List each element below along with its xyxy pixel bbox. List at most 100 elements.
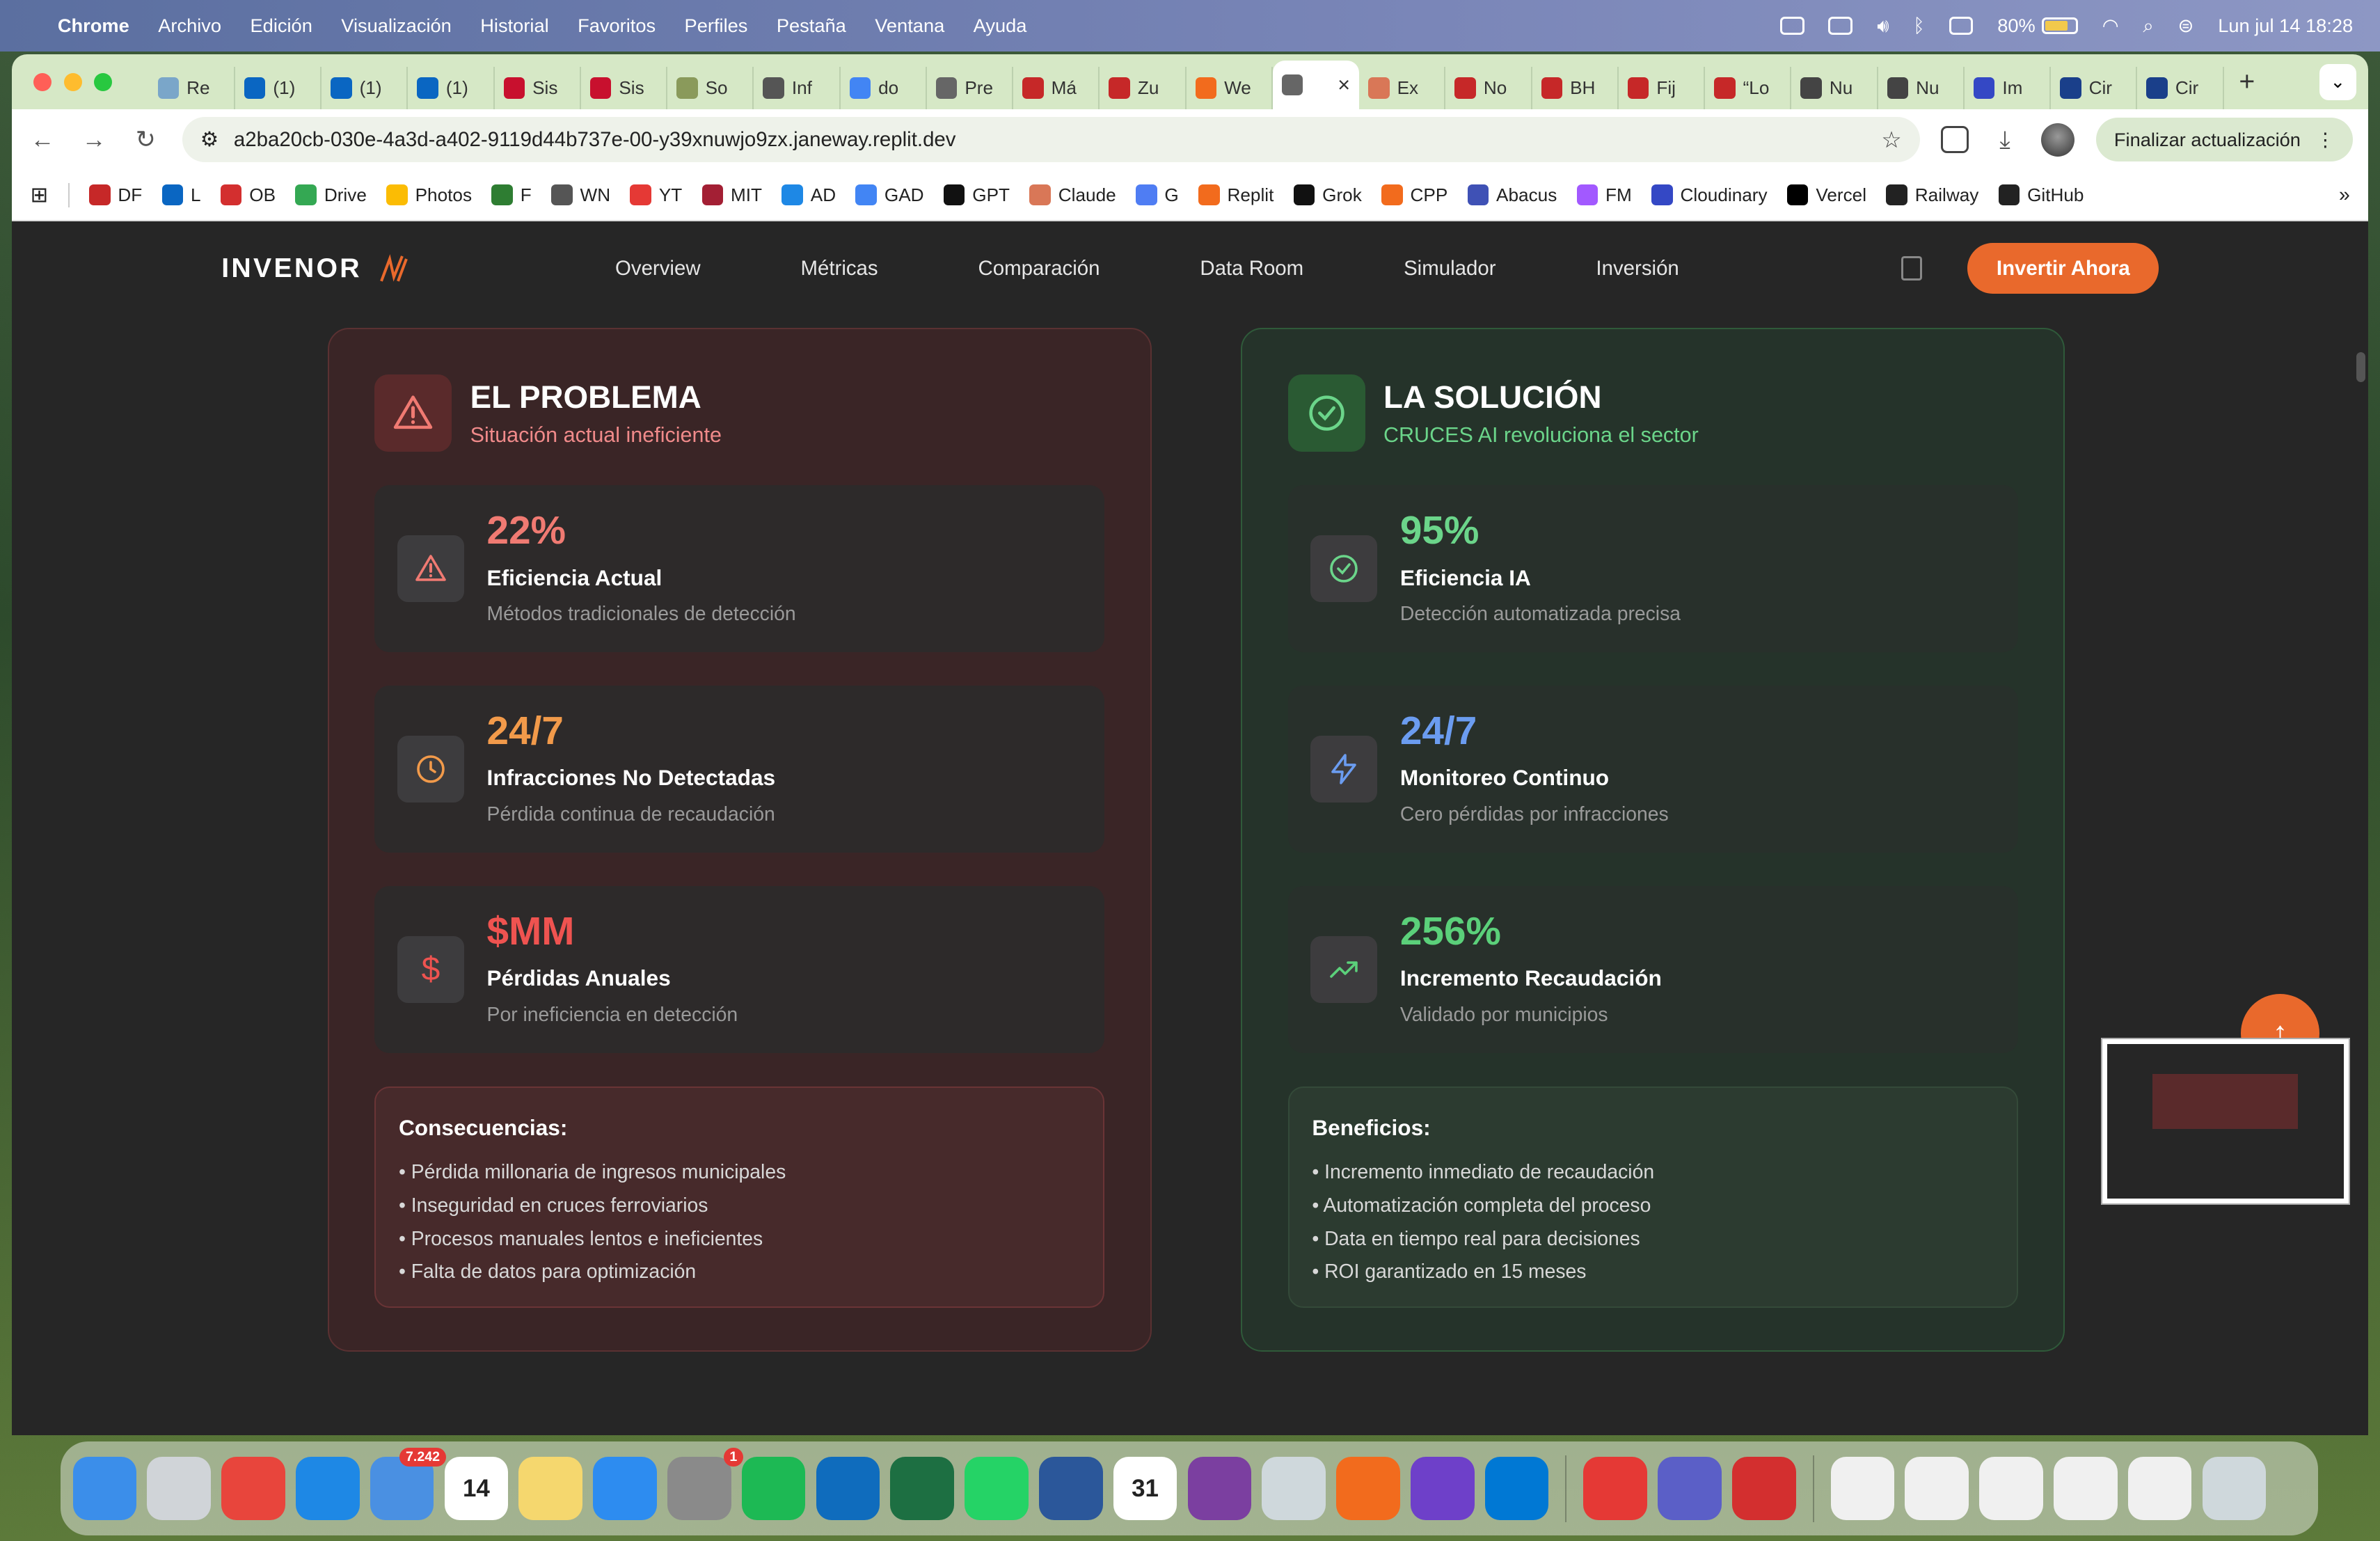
menu-ventana[interactable]: Ventana: [875, 15, 944, 37]
dock-file-5-icon[interactable]: [2127, 1456, 2192, 1521]
browser-tab[interactable]: Zu: [1100, 66, 1187, 109]
minimize-window-button[interactable]: [63, 72, 82, 91]
browser-tab[interactable]: No: [1445, 66, 1532, 109]
bookmark-item[interactable]: WN: [551, 184, 610, 206]
dock-calendar-31-icon[interactable]: 31: [1113, 1456, 1177, 1521]
apps-grid-icon[interactable]: ⊞: [31, 183, 49, 207]
menu-ayuda[interactable]: Ayuda: [974, 15, 1027, 37]
display-icon[interactable]: [1949, 16, 1974, 35]
dock-trash-icon[interactable]: [2202, 1456, 2267, 1521]
bookmark-item[interactable]: G: [1136, 184, 1179, 206]
browser-tab[interactable]: Sis: [581, 66, 668, 109]
dock-safari-icon[interactable]: [296, 1456, 360, 1521]
bookmark-item[interactable]: GPT: [943, 184, 1010, 206]
dock-excel-icon[interactable]: [890, 1456, 954, 1521]
dock-keynote-icon[interactable]: [593, 1456, 657, 1521]
bookmark-item[interactable]: Abacus: [1467, 184, 1557, 206]
dock-replit-icon[interactable]: [1336, 1456, 1400, 1521]
bookmark-item[interactable]: Replit: [1198, 184, 1274, 206]
menu-edicion[interactable]: Edición: [250, 15, 312, 37]
bookmark-item[interactable]: Photos: [386, 184, 472, 206]
browser-tab[interactable]: (1): [322, 66, 408, 109]
dock-system-settings-icon[interactable]: 1: [667, 1447, 743, 1521]
dock-circle-app-icon[interactable]: [1187, 1456, 1252, 1521]
dock-file-3-icon[interactable]: [1979, 1456, 2043, 1521]
menu-perfiles[interactable]: Perfiles: [685, 15, 748, 37]
nav-overview[interactable]: Overview: [615, 257, 701, 280]
bookmark-item[interactable]: CPP: [1381, 184, 1447, 206]
site-logo[interactable]: INVENOR: [221, 252, 410, 285]
browser-tab[interactable]: Nu: [1878, 66, 1965, 109]
bookmark-item[interactable]: MIT: [701, 184, 762, 206]
bookmark-item[interactable]: YT: [630, 184, 682, 206]
site-info-icon[interactable]: ⚙︎: [200, 127, 219, 152]
dock-finder-icon[interactable]: [72, 1456, 137, 1521]
bookmark-item[interactable]: GAD: [855, 184, 924, 206]
dock-chrome-icon[interactable]: [221, 1456, 285, 1521]
dock-file-4-icon[interactable]: [2054, 1456, 2118, 1521]
browser-tab[interactable]: Re: [149, 66, 235, 109]
menu-app-name[interactable]: Chrome: [58, 15, 129, 37]
browser-tab[interactable]: Cir: [2137, 66, 2224, 109]
bookmark-item[interactable]: L: [161, 184, 201, 206]
calculator-icon[interactable]: [1901, 256, 1923, 281]
bookmark-item[interactable]: Drive: [295, 184, 367, 206]
dock-whatsapp-icon[interactable]: [965, 1456, 1029, 1521]
new-tab-button[interactable]: +: [2239, 66, 2255, 97]
nav-data-room[interactable]: Data Room: [1200, 257, 1303, 280]
bookmark-item[interactable]: GitHub: [1998, 184, 2084, 206]
bookmark-item[interactable]: Railway: [1886, 184, 1978, 206]
invest-now-button[interactable]: Invertir Ahora: [1967, 243, 2159, 294]
extensions-icon[interactable]: [1941, 125, 1969, 154]
dock-mail-icon[interactable]: 7.242: [370, 1447, 446, 1521]
wifi-icon[interactable]: ◠: [2102, 15, 2119, 37]
dock-word-icon[interactable]: [1038, 1456, 1103, 1521]
browser-tab[interactable]: Sis: [495, 66, 581, 109]
nav-comparacion[interactable]: Comparación: [978, 257, 1100, 280]
dock-teams-icon[interactable]: [1658, 1456, 1722, 1521]
browser-tab[interactable]: “Lo: [1705, 66, 1792, 109]
dock-photo-booth-icon[interactable]: [1732, 1456, 1796, 1521]
menu-historial[interactable]: Historial: [480, 15, 548, 37]
dock-vscode-icon[interactable]: [1484, 1456, 1549, 1521]
address-bar[interactable]: ⚙︎ a2ba20cb-030e-4a3d-a402-9119d44b737e-…: [182, 116, 1920, 163]
bookmark-item[interactable]: F: [491, 184, 532, 206]
bluetooth-icon[interactable]: ᛒ: [1913, 15, 1924, 37]
tab-search-chevron-icon[interactable]: ⌄: [2319, 63, 2356, 100]
dock-file-1-icon[interactable]: [1830, 1456, 1895, 1521]
browser-tab[interactable]: BH: [1532, 66, 1619, 109]
update-chrome-button[interactable]: Finalizar actualización ⋮: [2095, 118, 2354, 161]
bookmark-item[interactable]: Grok: [1293, 184, 1362, 206]
browser-tab[interactable]: So: [667, 66, 754, 109]
more-bookmarks-chevron-icon[interactable]: »: [2339, 184, 2350, 207]
browser-tab[interactable]: Im: [1965, 66, 2052, 109]
drive-status-icon[interactable]: [1828, 16, 1853, 35]
outlook-status-icon[interactable]: [1779, 16, 1804, 35]
browser-tab[interactable]: Má: [1013, 66, 1100, 109]
dock-outlook-icon[interactable]: [816, 1456, 880, 1521]
dock-launchpad-icon[interactable]: [147, 1456, 211, 1521]
bookmark-item[interactable]: Claude: [1029, 184, 1116, 206]
bookmark-item[interactable]: DF: [89, 184, 142, 206]
profile-avatar[interactable]: [2041, 123, 2075, 157]
menubar-clock[interactable]: Lun jul 14 18:28: [2218, 15, 2353, 37]
forward-arrow-icon[interactable]: →: [79, 126, 109, 154]
battery-indicator[interactable]: 80%: [1997, 15, 2078, 37]
page-scrollbar[interactable]: [2356, 351, 2365, 383]
bookmark-item[interactable]: AD: [782, 184, 836, 206]
browser-tab[interactable]: Ex: [1359, 66, 1446, 109]
bookmark-item[interactable]: FM: [1576, 184, 1632, 206]
zoom-window-button[interactable]: [94, 72, 113, 91]
dock-github-desktop-icon[interactable]: [1410, 1456, 1475, 1521]
control-center-icon[interactable]: ⊜: [2178, 15, 2194, 37]
tab-active[interactable]: ×: [1272, 61, 1360, 109]
dock-acrobat-icon[interactable]: [1583, 1456, 1647, 1521]
bookmark-star-icon[interactable]: ☆: [1881, 127, 1901, 153]
bookmark-item[interactable]: Cloudinary: [1651, 184, 1768, 206]
menu-visualizacion[interactable]: Visualización: [341, 15, 452, 37]
volume-icon[interactable]: 🔊︎: [1877, 15, 1889, 38]
menu-favoritos[interactable]: Favoritos: [578, 15, 656, 37]
browser-tab[interactable]: Nu: [1791, 66, 1878, 109]
bookmark-item[interactable]: Vercel: [1786, 184, 1866, 206]
screenshot-thumbnail-preview[interactable]: [2101, 1038, 2350, 1205]
